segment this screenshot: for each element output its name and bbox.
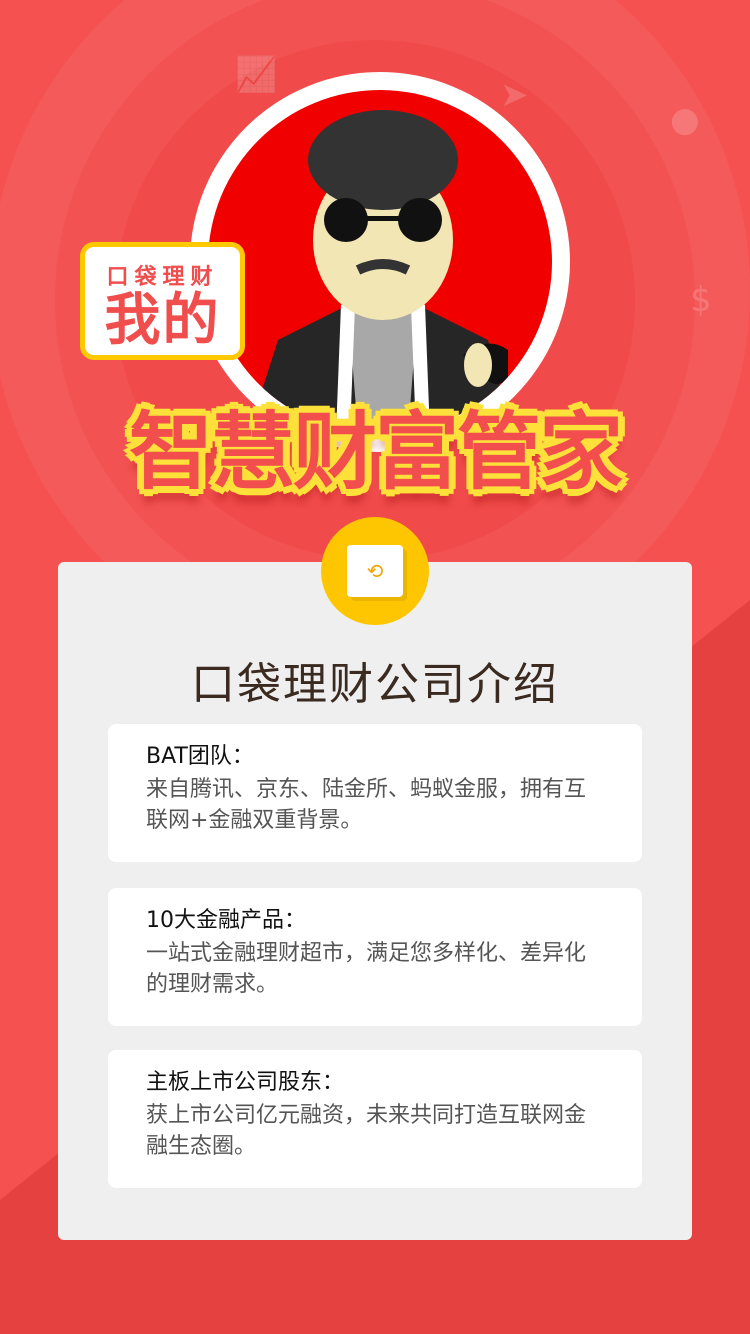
badge: ⟲: [321, 517, 429, 625]
paper-plane-icon: ➤: [500, 75, 529, 115]
mascot-illustration: [248, 110, 513, 434]
piggy-bank-icon: ●: [670, 100, 700, 140]
info-body: 一站式金融理财超市，满足您多样化、差异化的理财需求。: [146, 941, 587, 997]
info-item: 主板上市公司股东： 获上市公司亿元融资，未来共同打造互联网金融生态圈。: [108, 1050, 642, 1188]
speech-bubble: 口袋理财 我的: [80, 242, 245, 360]
headline: 智慧财富管家: [128, 403, 623, 501]
brand-name: 口袋理财: [106, 265, 219, 290]
info-item: BAT团队： 来自腾讯、京东、陆金所、蚂蚁金服，拥有互联网+金融双重背景。: [108, 724, 642, 862]
money-bag-icon: $: [690, 280, 712, 320]
chart-icon: 📈: [235, 55, 278, 95]
info-body: 来自腾讯、京东、陆金所、蚂蚁金服，拥有互联网+金融双重背景。: [146, 777, 587, 833]
info-heading: BAT团队：: [146, 744, 254, 769]
card-title: 口袋理财公司介绍: [191, 659, 559, 710]
bubble-text: 我的: [104, 288, 221, 353]
poster: 📈 $ ● ➤ 口袋理财 我的 智慧财富管家 ⟲ 口袋理财公司介绍 BAT团队：…: [0, 0, 750, 1334]
info-item: 10大金融产品： 一站式金融理财超市，满足您多样化、差异化的理财需求。: [108, 888, 642, 1026]
info-heading: 10大金融产品：: [146, 908, 306, 933]
info-heading: 主板上市公司股东：: [146, 1070, 345, 1095]
info-body: 获上市公司亿元融资，未来共同打造互联网金融生态圈。: [146, 1103, 587, 1159]
wallet-icon: ⟲: [347, 545, 403, 597]
